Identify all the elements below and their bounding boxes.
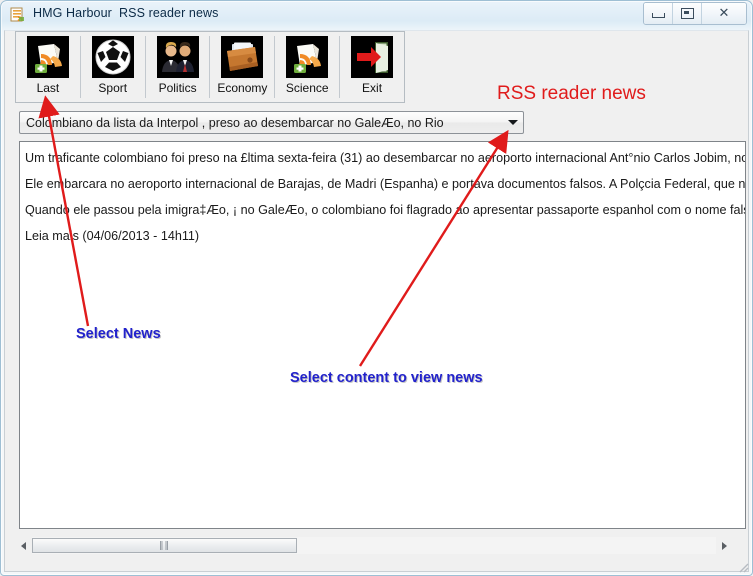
window-controls: ✕ — [643, 2, 747, 25]
horizontal-scrollbar[interactable]: ‖‖ — [15, 537, 733, 554]
restore-button[interactable] — [673, 3, 702, 24]
toolbar-label: Exit — [362, 81, 383, 95]
article-line: Quando ele passou pela imigra‡Æo, ¡ no G… — [25, 203, 746, 217]
article-line: Ele embarcara no aeroporto internacional… — [25, 177, 746, 191]
toolbar-button-science[interactable]: Science — [275, 32, 339, 102]
app-icon — [10, 7, 26, 23]
toolbar-label: Science — [285, 81, 329, 95]
window-title: HMG Harbour RSS reader news — [33, 6, 219, 20]
toolbar-button-exit[interactable]: Exit — [340, 32, 404, 102]
restore-icon — [680, 8, 694, 19]
article-line: Um traficante colombiano foi preso na £l… — [25, 151, 746, 165]
rss-feed-add-icon — [26, 36, 69, 78]
toolbar-label: Last — [36, 81, 60, 95]
two-people-icon — [156, 36, 199, 78]
close-button[interactable]: ✕ — [702, 3, 746, 24]
scrollbar-grip: ‖‖ — [159, 540, 170, 551]
scrollbar-thumb[interactable]: ‖‖ — [32, 538, 297, 553]
toolbar-button-politics[interactable]: Politics — [146, 32, 210, 102]
chevron-down-icon[interactable] — [503, 112, 523, 133]
wallet-icon — [221, 36, 264, 78]
scrollbar-track[interactable]: ‖‖ — [32, 537, 716, 554]
toolbar-button-economy[interactable]: Economy — [210, 32, 274, 102]
annotation-select-content: Select content to view news — [290, 370, 483, 386]
application-window: HMG Harbour RSS reader news ✕ Last Sport… — [0, 0, 753, 576]
toolbar-button-last[interactable]: Last — [16, 32, 80, 102]
title-bar[interactable]: HMG Harbour RSS reader news ✕ — [0, 0, 753, 30]
toolbar-label: Economy — [217, 81, 268, 95]
toolbar-label: Sport — [98, 81, 128, 95]
soccer-ball-icon — [91, 36, 134, 78]
page-title: RSS reader news — [497, 83, 646, 104]
rss-feed-add-icon — [286, 36, 329, 78]
exit-door-arrow-icon — [351, 36, 394, 78]
scroll-left-arrow-icon[interactable] — [15, 537, 32, 554]
combobox-value: Colombiano da lista da Interpol , preso … — [26, 115, 444, 130]
toolbar: Last Sport Politics Economy Science Exit — [15, 31, 405, 103]
minimize-icon — [651, 13, 665, 18]
client-area: Last Sport Politics Economy Science Exit… — [4, 30, 749, 572]
toolbar-label: Politics — [158, 81, 197, 95]
close-icon: ✕ — [718, 6, 730, 21]
toolbar-button-sport[interactable]: Sport — [81, 32, 145, 102]
article-line: Leia mais (04/06/2013 - 14h11) — [25, 229, 200, 243]
scroll-right-arrow-icon[interactable] — [716, 537, 733, 554]
minimize-button[interactable] — [644, 3, 673, 24]
resize-grip-icon[interactable] — [737, 561, 749, 573]
annotation-select-news: Select News — [76, 326, 161, 342]
news-select-combobox[interactable]: Colombiano da lista da Interpol , preso … — [19, 111, 524, 134]
